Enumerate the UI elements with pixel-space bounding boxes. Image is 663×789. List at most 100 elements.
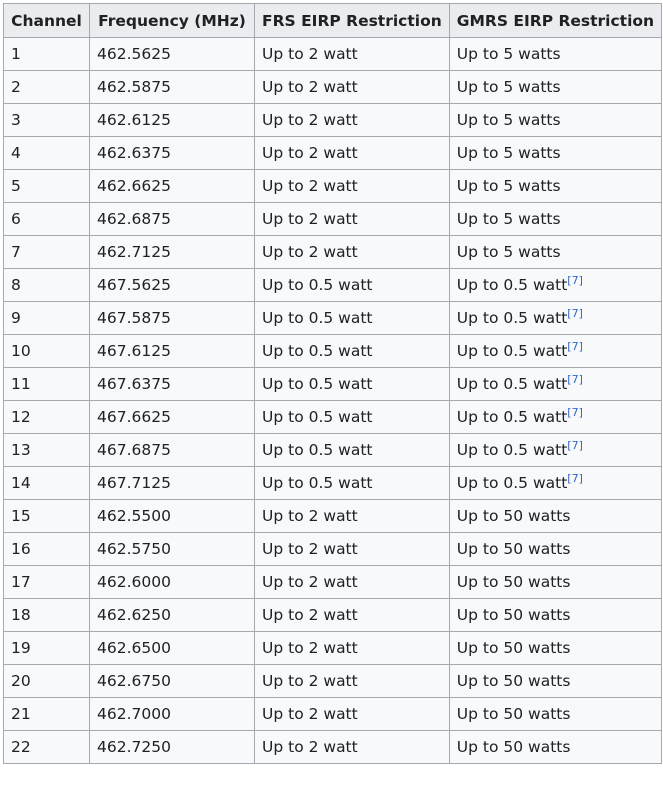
table-row: 13 467.6875 Up to 0.5 watt Up to 0.5 watt[7… [3, 433, 663, 467]
frs-eirp-cell: Up to 2 watt [254, 598, 450, 632]
gmrs-eirp-cell: Up to 0.5 watt[7] [448, 301, 663, 335]
gmrs-eirp-text: Up to 0.5 watt [456, 342, 568, 360]
frs-eirp-cell: Up to 2 watt [254, 499, 450, 533]
table-row: 7 462.7125 Up to 2 watt Up to 5 watts [3, 235, 663, 269]
frequency-cell: 467.6375 [89, 367, 255, 401]
channel-cell: 21 [3, 697, 90, 731]
gmrs-eirp-cell: Up to 50 watts [448, 532, 663, 566]
gmrs-eirp-cell: Up to 50 watts [448, 697, 663, 731]
gmrs-eirp-text: Up to 5 watts [456, 177, 561, 195]
column-header-frs-eirp[interactable]: FRS EIRP Restriction [254, 3, 450, 38]
table-row: 8 467.5625 Up to 0.5 watt Up to 0.5 watt[7] [3, 268, 663, 302]
gmrs-eirp-text: Up to 5 watts [456, 111, 561, 129]
table-row: 6 462.6875 Up to 2 watt Up to 5 watts [3, 202, 663, 236]
table-row: 19 462.6500 Up to 2 watt Up to 50 watts [3, 631, 663, 665]
frs-eirp-cell: Up to 2 watt [254, 37, 450, 71]
frs-eirp-cell: Up to 0.5 watt [254, 433, 450, 467]
gmrs-eirp-text: Up to 5 watts [456, 144, 561, 162]
frs-eirp-cell: Up to 0.5 watt [254, 400, 450, 434]
channel-cell: 20 [3, 664, 90, 698]
frequency-cell: 462.6000 [89, 565, 255, 599]
gmrs-eirp-cell: Up to 0.5 watt[7] [448, 466, 663, 500]
channel-cell: 4 [3, 136, 90, 170]
reference-link[interactable]: [7] [567, 472, 583, 485]
reference-link[interactable]: [7] [567, 439, 583, 452]
table-row: 11 467.6375 Up to 0.5 watt Up to 0.5 watt[7… [3, 367, 663, 401]
column-header-gmrs-eirp[interactable]: GMRS EIRP Restriction [448, 3, 663, 38]
gmrs-eirp-cell: Up to 50 watts [448, 598, 663, 632]
gmrs-eirp-cell: Up to 5 watts [448, 169, 663, 203]
frequency-cell: 462.5750 [89, 532, 255, 566]
frequency-cell: 462.5875 [89, 70, 255, 104]
frs-eirp-cell: Up to 2 watt [254, 202, 450, 236]
table-row: 5 462.6625 Up to 2 watt Up to 5 watts [3, 169, 663, 203]
table-row: 9 467.5875 Up to 0.5 watt Up to 0.5 watt[7] [3, 301, 663, 335]
frequency-cell: 467.7125 [89, 466, 255, 500]
gmrs-eirp-cell: Up to 0.5 watt[7] [448, 367, 663, 401]
channel-cell: 18 [3, 598, 90, 632]
gmrs-eirp-cell: Up to 50 watts [448, 565, 663, 599]
table-row: 15 462.5500 Up to 2 watt Up to 50 watts [3, 499, 663, 533]
channel-cell: 12 [3, 400, 90, 434]
column-header-frequency[interactable]: Frequency (MHz) [89, 3, 255, 38]
channel-cell: 15 [3, 499, 90, 533]
column-header-channel[interactable]: Channel [3, 3, 90, 38]
frequency-cell: 462.6750 [89, 664, 255, 698]
channel-cell: 2 [3, 70, 90, 104]
gmrs-eirp-text: Up to 50 watts [456, 738, 571, 756]
frequency-cell: 462.6500 [89, 631, 255, 665]
frs-eirp-cell: Up to 2 watt [254, 697, 450, 731]
gmrs-eirp-text: Up to 0.5 watt [456, 276, 568, 294]
gmrs-eirp-cell: Up to 5 watts [448, 202, 663, 236]
reference-link[interactable]: [7] [567, 340, 583, 353]
gmrs-eirp-text: Up to 5 watts [456, 45, 561, 63]
reference-link[interactable]: [7] [567, 307, 583, 320]
gmrs-eirp-text: Up to 0.5 watt [456, 474, 568, 492]
gmrs-eirp-text: Up to 50 watts [456, 540, 571, 558]
gmrs-eirp-text: Up to 50 watts [456, 705, 571, 723]
gmrs-eirp-text: Up to 5 watts [456, 78, 561, 96]
channel-cell: 13 [3, 433, 90, 467]
frs-eirp-cell: Up to 2 watt [254, 235, 450, 269]
frequency-cell: 467.5625 [89, 268, 255, 302]
reference-link[interactable]: [7] [567, 406, 583, 419]
frequency-cell: 467.6125 [89, 334, 255, 368]
frs-eirp-cell: Up to 0.5 watt [254, 301, 450, 335]
channel-cell: 1 [3, 37, 90, 71]
gmrs-eirp-cell: Up to 5 watts [448, 37, 663, 71]
channel-cell: 8 [3, 268, 90, 302]
table-row: 3 462.6125 Up to 2 watt Up to 5 watts [3, 103, 663, 137]
frequency-cell: 467.6625 [89, 400, 255, 434]
channel-cell: 19 [3, 631, 90, 665]
frs-eirp-cell: Up to 2 watt [254, 70, 450, 104]
gmrs-eirp-text: Up to 0.5 watt [456, 441, 568, 459]
frequency-cell: 462.5625 [89, 37, 255, 71]
channel-cell: 6 [3, 202, 90, 236]
table-row: 10 467.6125 Up to 0.5 watt Up to 0.5 watt[7… [3, 334, 663, 368]
table-row: 16 462.5750 Up to 2 watt Up to 50 watts [3, 532, 663, 566]
gmrs-eirp-text: Up to 5 watts [456, 210, 561, 228]
frequency-cell: 462.5500 [89, 499, 255, 533]
channel-cell: 11 [3, 367, 90, 401]
gmrs-eirp-text: Up to 50 watts [456, 639, 571, 657]
frs-eirp-cell: Up to 2 watt [254, 664, 450, 698]
gmrs-eirp-text: Up to 50 watts [456, 606, 571, 624]
gmrs-eirp-cell: Up to 5 watts [448, 235, 663, 269]
frequency-cell: 462.6375 [89, 136, 255, 170]
frs-eirp-cell: Up to 2 watt [254, 169, 450, 203]
channel-cell: 7 [3, 235, 90, 269]
reference-link[interactable]: [7] [567, 274, 583, 287]
table-header-row: Channel Frequency (MHz) FRS EIRP Restric… [3, 3, 663, 38]
channel-cell: 14 [3, 466, 90, 500]
table-row: 12 467.6625 Up to 0.5 watt Up to 0.5 watt[7… [3, 400, 663, 434]
reference-link[interactable]: [7] [567, 373, 583, 386]
table-row: 21 462.7000 Up to 2 watt Up to 50 watts [3, 697, 663, 731]
channel-cell: 5 [3, 169, 90, 203]
frs-eirp-cell: Up to 2 watt [254, 730, 450, 764]
frequency-cell: 462.7125 [89, 235, 255, 269]
frs-gmrs-channel-table: Channel Frequency (MHz) FRS EIRP Restric… [3, 3, 663, 764]
channel-cell: 9 [3, 301, 90, 335]
gmrs-eirp-cell: Up to 50 watts [448, 664, 663, 698]
table-row: 1 462.5625 Up to 2 watt Up to 5 watts [3, 37, 663, 71]
frequency-cell: 467.5875 [89, 301, 255, 335]
